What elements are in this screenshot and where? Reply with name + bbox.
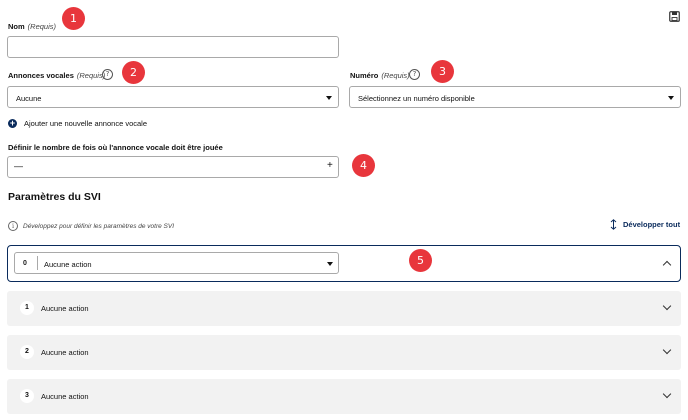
repeat-label: Définir le nombre de fois où l'annonce v… (8, 143, 223, 152)
chevron-down-icon[interactable] (662, 389, 672, 399)
select-divider (37, 256, 38, 270)
svi-key-1: 1 (20, 301, 34, 315)
nom-required: (Requis) (27, 22, 57, 31)
svi-key-3: 3 (20, 389, 34, 403)
annonces-required: (Requis) (76, 71, 106, 80)
svi-hint: Développez pour définir les paramètres d… (23, 223, 175, 230)
numero-label: Numéro (Requis) (350, 71, 410, 80)
annonces-label: Annonces vocales (Requis) (8, 71, 106, 80)
svi-action-select-0[interactable]: 0 Aucune action (14, 252, 339, 274)
numero-select[interactable]: Sélectionnez un numéro disponible (349, 86, 681, 108)
chevron-down-icon[interactable] (662, 345, 672, 355)
annotation-badge-2: 2 (122, 61, 145, 84)
add-annonce-label: Ajouter une nouvelle annonce vocale (24, 119, 148, 128)
annonces-select[interactable]: Aucune (7, 86, 339, 108)
svi-panel-3[interactable]: 3 Aucune action (7, 379, 681, 414)
annonces-help-icon[interactable]: ? (102, 69, 113, 80)
nom-input[interactable] (7, 36, 339, 58)
svi-panel-1[interactable]: 1 Aucune action (7, 291, 681, 326)
svi-section-title: Paramètres du SVI (8, 191, 101, 203)
chevron-down-icon (326, 96, 332, 100)
repeat-stepper[interactable]: — + (7, 156, 339, 178)
numero-help-icon[interactable]: ? (409, 69, 420, 80)
annonces-select-value: Aucune (16, 94, 42, 103)
nom-label: Nom (Requis) (8, 22, 57, 31)
chevron-down-icon[interactable] (662, 301, 672, 311)
add-annonce-link[interactable]: + Ajouter une nouvelle annonce vocale (8, 118, 148, 129)
expand-all-button[interactable]: Développer tout (610, 219, 684, 231)
numero-required: (Requis) (381, 71, 410, 80)
chevron-up-icon[interactable] (662, 260, 672, 270)
chevron-down-icon (668, 96, 674, 100)
info-icon: i (8, 221, 18, 231)
annotation-badge-4: 4 (352, 154, 375, 177)
expand-all-label: Développer tout (623, 220, 681, 229)
svi-key-0: 0 (23, 260, 27, 267)
plus-button[interactable]: + (327, 160, 333, 171)
svi-action-3: Aucune action (41, 392, 89, 401)
plus-circle-icon: + (8, 118, 17, 128)
svi-action-1: Aucune action (41, 304, 89, 313)
numero-select-value: Sélectionnez un numéro disponible (358, 94, 475, 103)
expand-vertical-icon (610, 219, 617, 230)
annotation-badge-1: 1 (62, 7, 85, 30)
minus-button[interactable]: — (14, 161, 23, 171)
svi-panel-2[interactable]: 2 Aucune action (7, 335, 681, 370)
svi-action-value-0: Aucune action (44, 260, 92, 269)
svi-panel-0[interactable]: 0 Aucune action (7, 245, 681, 282)
save-icon[interactable] (669, 9, 680, 22)
annotation-badge-5: 5 (409, 249, 432, 272)
chevron-down-icon (327, 262, 333, 266)
svi-key-2: 2 (20, 345, 34, 359)
annotation-badge-3: 3 (431, 60, 454, 83)
svi-action-2: Aucune action (41, 348, 89, 357)
